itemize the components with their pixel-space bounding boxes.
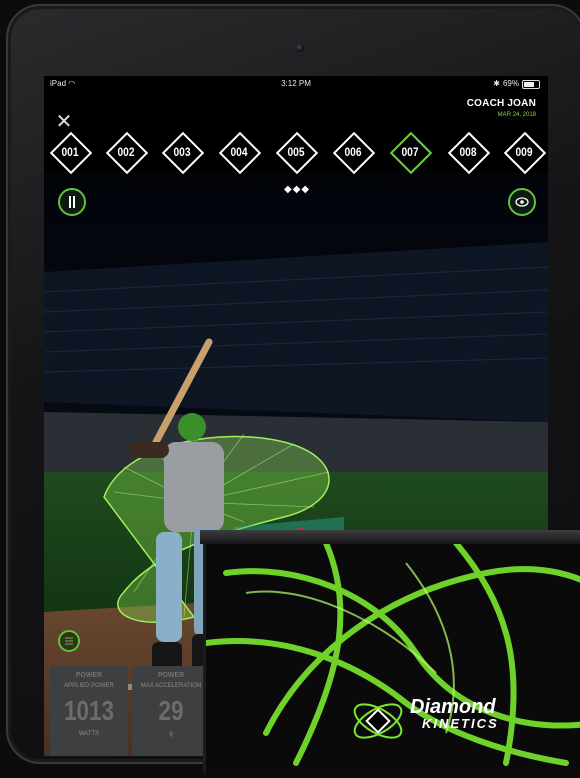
metric-card-applied-power[interactable]: POWER APPLIED POWER 1013 WATTS bbox=[50, 666, 128, 756]
metric-card-max-acceleration[interactable]: POWER MAX ACCELERATION 29 g bbox=[132, 666, 210, 756]
bat-toggle-button[interactable] bbox=[58, 188, 86, 216]
metric-title: POWER bbox=[157, 672, 185, 679]
metric-title: POWER bbox=[75, 672, 103, 679]
status-right: ✱ 69% bbox=[493, 76, 540, 92]
swing-008[interactable]: 008 bbox=[447, 131, 491, 175]
metric-unit: WATTS bbox=[78, 731, 100, 737]
battery-icon bbox=[522, 79, 540, 89]
bluetooth-icon: ✱ bbox=[493, 79, 500, 88]
battery-percent: 69% bbox=[502, 79, 519, 88]
close-icon: ✕ bbox=[55, 111, 73, 133]
metric-value: 1013 bbox=[64, 695, 114, 726]
menu-icon bbox=[65, 637, 73, 645]
view-toggle-button[interactable] bbox=[508, 188, 536, 216]
swing-007[interactable]: 007 bbox=[389, 131, 433, 175]
session-date: MAR 24, 2018 bbox=[497, 112, 536, 118]
swing-label: 001 bbox=[61, 145, 79, 159]
product-box-lid bbox=[200, 530, 580, 544]
helmet bbox=[178, 413, 206, 441]
swing-003[interactable]: 003 bbox=[161, 131, 205, 175]
bat-toggle-icon bbox=[69, 196, 75, 208]
metric-value: 29 bbox=[158, 695, 184, 726]
swing-label: 008 bbox=[459, 145, 477, 159]
camera-icon bbox=[296, 44, 304, 52]
diamond-kinetics-logo bbox=[353, 703, 403, 739]
swing-label: 004 bbox=[230, 145, 248, 159]
metric-unit: g bbox=[169, 731, 173, 737]
arm bbox=[129, 442, 169, 458]
brand-sub: KINETICS bbox=[422, 716, 499, 731]
swing-selector: 001 002 003 004 005 006 007 008 009 bbox=[49, 131, 548, 175]
swing-label: 006 bbox=[344, 145, 362, 159]
swing-label: 007 bbox=[401, 145, 419, 159]
box-graphic bbox=[203, 540, 580, 766]
swing-001[interactable]: 001 bbox=[49, 131, 93, 175]
jersey bbox=[164, 442, 224, 532]
swing-009[interactable]: 009 bbox=[503, 131, 547, 175]
left-leg bbox=[156, 532, 182, 642]
coach-info: COACH JOAN MAR 24, 2018 bbox=[467, 98, 536, 118]
brand-name: Diamond bbox=[410, 696, 496, 718]
clock: 3:12 PM bbox=[281, 79, 311, 88]
swing-002[interactable]: 002 bbox=[105, 131, 149, 175]
swing-label: 003 bbox=[173, 145, 191, 159]
swing-006[interactable]: 006 bbox=[332, 131, 376, 175]
stadium-stands bbox=[44, 242, 548, 422]
product-box bbox=[203, 530, 580, 773]
swing-004[interactable]: 004 bbox=[218, 131, 262, 175]
status-bar: iPad ◠ 3:12 PM ✱ 69% bbox=[44, 76, 548, 92]
eye-icon bbox=[515, 197, 529, 207]
swing-label: 002 bbox=[117, 145, 135, 159]
swing-label: 009 bbox=[515, 145, 533, 159]
swing-005[interactable]: 005 bbox=[275, 131, 319, 175]
swing-label: 005 bbox=[287, 145, 305, 159]
coach-name: COACH JOAN bbox=[466, 98, 536, 109]
metric-subtitle: MAX ACCELERATION bbox=[140, 683, 202, 689]
more-dots-icon[interactable]: ◆◆◆ bbox=[284, 184, 310, 195]
menu-button[interactable] bbox=[58, 630, 80, 652]
metric-subtitle: APPLIED POWER bbox=[64, 683, 114, 689]
close-button[interactable]: ✕ bbox=[54, 112, 74, 132]
